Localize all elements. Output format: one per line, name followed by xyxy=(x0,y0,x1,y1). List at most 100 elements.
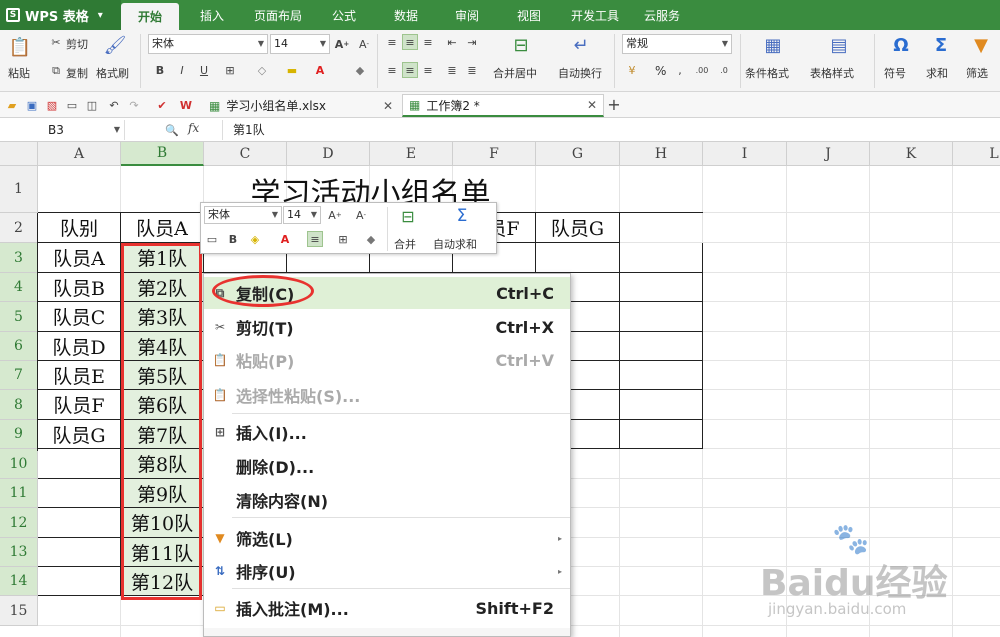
empty-table-cell[interactable] xyxy=(38,508,121,538)
print-icon[interactable]: ▭ xyxy=(64,97,80,113)
eraser-icon[interactable]: ◇ xyxy=(254,62,270,78)
formula-input[interactable]: 第1队 xyxy=(222,120,1000,140)
symbol-button[interactable]: 符号 xyxy=(884,65,906,81)
export-pdf-icon[interactable]: ▧ xyxy=(44,97,60,113)
italic-icon[interactable]: I xyxy=(174,62,190,78)
tab-formulas[interactable]: 公式 xyxy=(318,0,370,30)
column-header-a[interactable]: A xyxy=(38,142,121,166)
member-label-cell[interactable]: 队员F xyxy=(38,390,121,420)
tab-developer[interactable]: 开发工具 xyxy=(562,0,628,30)
new-tab-icon[interactable]: + xyxy=(606,95,622,114)
empty-table-cell[interactable] xyxy=(620,361,703,390)
undo-icon[interactable]: ↶ xyxy=(106,97,122,113)
tab-review[interactable]: 审阅 xyxy=(441,0,493,30)
context-menu-item[interactable]: 删除(D)... xyxy=(204,450,570,482)
tab-page-layout[interactable]: 页面布局 xyxy=(245,0,311,30)
empty-table-cell[interactable] xyxy=(38,479,121,508)
paste-button[interactable]: 粘贴 xyxy=(8,65,30,81)
sigma-icon[interactable]: Σ xyxy=(930,34,952,56)
tab-home[interactable]: 开始 xyxy=(121,3,179,30)
customize-icon[interactable]: ✔ xyxy=(154,97,170,113)
copy-icon[interactable]: ⧉ xyxy=(48,63,64,79)
context-menu-item[interactable]: ✂ 剪切(T) Ctrl+X xyxy=(204,311,570,343)
align-bottom-icon[interactable]: ≡ xyxy=(420,34,436,50)
close-icon[interactable]: ✕ xyxy=(383,99,393,113)
font-color-icon[interactable]: A xyxy=(312,62,328,78)
row-header-14[interactable]: 14 xyxy=(0,567,38,596)
row-header-2[interactable]: 2 xyxy=(0,213,38,243)
zoom-icon[interactable]: 🔍 xyxy=(164,122,180,138)
column-header-g[interactable]: G xyxy=(536,142,620,166)
mini-font-name-select[interactable]: 宋体 ▼ xyxy=(204,206,282,224)
context-menu-item[interactable]: 📋 粘贴(P) Ctrl+V xyxy=(204,344,570,376)
font-name-select[interactable]: 宋体 ▼ xyxy=(148,34,268,54)
bold-icon[interactable]: B xyxy=(152,62,168,78)
format-painter-button[interactable]: 格式刷 xyxy=(96,65,129,81)
sigma-icon[interactable]: Σ xyxy=(451,205,473,227)
merge-icon[interactable]: ⊟ xyxy=(397,205,419,227)
empty-table-cell[interactable] xyxy=(620,332,703,361)
cut-button[interactable]: 剪切 xyxy=(66,36,88,52)
row-header-9[interactable]: 9 xyxy=(0,420,38,449)
border-icon[interactable]: ⊞ xyxy=(222,62,238,78)
wrap-text-icon[interactable]: ↵ xyxy=(570,34,592,56)
header-cell[interactable]: 队别 xyxy=(38,213,121,243)
row-header-15[interactable]: 15 xyxy=(0,596,38,626)
context-menu-item[interactable]: 清除内容(N) xyxy=(204,484,570,516)
number-format-select[interactable]: 常规 ▼ xyxy=(622,34,732,54)
doc-tab-file[interactable]: ▦ 学习小组名单.xlsx ✕ xyxy=(202,94,400,117)
border-icon[interactable]: ⊞ xyxy=(335,231,351,247)
select-all-corner[interactable] xyxy=(0,142,38,166)
row-header-4[interactable]: 4 xyxy=(0,273,38,302)
column-header-l[interactable]: L xyxy=(953,142,1000,166)
close-icon[interactable]: ✕ xyxy=(587,98,597,112)
column-header-i[interactable]: I xyxy=(703,142,787,166)
context-menu-item[interactable]: 📋 选择性粘贴(S)... xyxy=(204,379,570,411)
column-header-e[interactable]: E xyxy=(370,142,453,166)
mini-autosum-button[interactable]: 自动求和 xyxy=(433,236,477,252)
paste-icon[interactable]: 📋 xyxy=(9,36,31,58)
row-header-1[interactable]: 1 xyxy=(0,166,38,213)
justify-icon[interactable]: ≣ xyxy=(444,62,460,78)
header-cell[interactable]: 队员G xyxy=(536,213,620,243)
empty-table-cell[interactable] xyxy=(620,390,703,420)
conditional-format-button[interactable]: 条件格式 xyxy=(745,65,789,81)
member-label-cell[interactable]: 队员E xyxy=(38,361,121,390)
name-box[interactable]: B3 ▼ xyxy=(0,120,125,140)
row-header-3[interactable]: 3 xyxy=(0,243,38,273)
column-header-k[interactable]: K xyxy=(870,142,953,166)
empty-table-cell[interactable] xyxy=(38,449,121,479)
row-header-12[interactable]: 12 xyxy=(0,508,38,538)
align-center-icon[interactable]: ≡ xyxy=(402,62,418,78)
fill-color-icon[interactable]: ▬ xyxy=(284,62,300,78)
open-folder-icon[interactable]: ▰ xyxy=(4,97,20,113)
context-menu-item[interactable]: ▭ 插入批注(M)... Shift+F2 xyxy=(204,592,570,624)
empty-table-cell[interactable] xyxy=(620,273,703,302)
member-label-cell[interactable]: 队员G xyxy=(38,420,121,449)
context-menu-item[interactable]: ⇅ 排序(U) ▸ xyxy=(204,555,570,587)
currency-icon[interactable]: ¥ xyxy=(624,62,640,78)
copy-button[interactable]: 复制 xyxy=(66,65,88,81)
omega-icon[interactable]: Ω xyxy=(890,34,912,56)
underline-icon[interactable]: U xyxy=(196,62,212,78)
fx-icon[interactable]: fx xyxy=(188,121,199,135)
empty-table-cell[interactable] xyxy=(38,538,121,567)
tab-data[interactable]: 数据 xyxy=(380,0,432,30)
number-format-icon[interactable]: ▭ xyxy=(204,231,220,247)
indent-increase-icon[interactable]: ⇥ xyxy=(464,34,480,50)
thousands-icon[interactable]: , xyxy=(672,62,688,78)
column-header-h[interactable]: H xyxy=(620,142,703,166)
scissors-icon[interactable]: ✂ xyxy=(48,34,64,50)
fill-color-icon[interactable]: ◈ xyxy=(247,231,263,247)
align-right-icon[interactable]: ≡ xyxy=(420,62,436,78)
empty-table-cell[interactable] xyxy=(536,243,620,273)
member-label-cell[interactable]: 队员B xyxy=(38,273,121,302)
mini-font-size-select[interactable]: 14 ▼ xyxy=(283,206,321,224)
row-header-13[interactable]: 13 xyxy=(0,538,38,567)
column-header-c[interactable]: C xyxy=(204,142,287,166)
filter-icon[interactable]: ▼ xyxy=(970,34,992,56)
conditional-format-icon[interactable]: ▦ xyxy=(762,34,784,56)
member-label-cell[interactable]: 队员A xyxy=(38,243,121,273)
member-label-cell[interactable]: 队员C xyxy=(38,302,121,332)
column-header-b[interactable]: B xyxy=(121,142,204,166)
